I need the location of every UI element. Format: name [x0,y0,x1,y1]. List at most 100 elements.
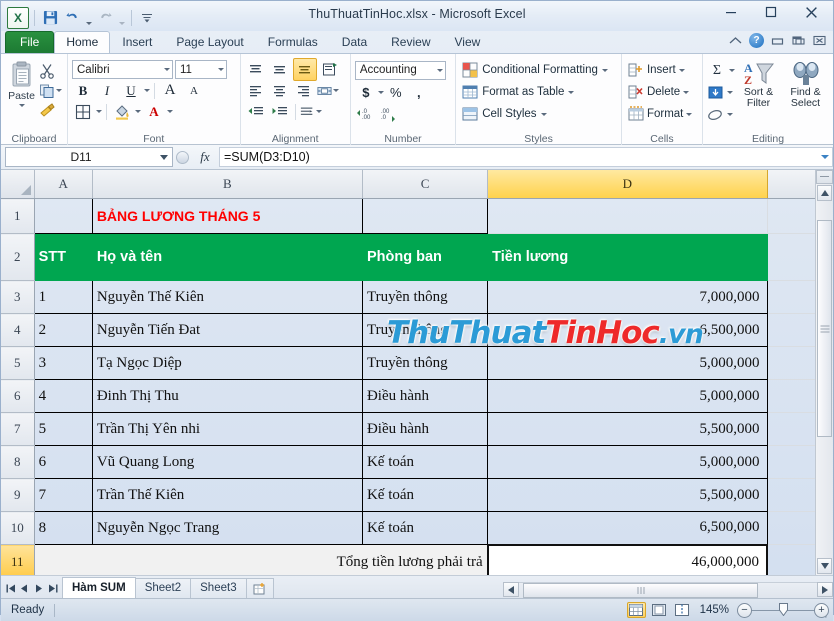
restore-window-icon[interactable] [791,33,806,48]
cell-b8[interactable]: Vũ Quang Long [91,445,363,479]
row-header-2[interactable]: 2 [1,233,35,281]
normal-view-button[interactable] [626,602,646,618]
middle-align-button[interactable] [269,59,291,80]
cell-a11-total-label[interactable]: Tổng tiền lương phải trả [33,544,489,575]
expand-formula-bar-icon[interactable] [817,147,833,167]
tab-formulas[interactable]: Formulas [256,31,330,53]
merge-dropdown-icon[interactable] [332,89,339,92]
wrap-text-button[interactable] [300,101,322,122]
tab-data[interactable]: Data [330,31,379,53]
font-color-dropdown-icon[interactable] [167,110,173,113]
copy-button[interactable] [38,81,63,100]
column-header-a[interactable]: A [34,170,93,199]
row-header-7[interactable]: 7 [1,412,35,446]
name-box[interactable]: D11 [5,147,173,167]
tab-page-layout[interactable]: Page Layout [164,31,255,53]
vertical-scrollbar[interactable] [815,170,833,575]
row-header-10[interactable]: 10 [1,511,35,545]
vertical-scroll-thumb[interactable] [817,220,832,437]
autosum-button[interactable]: Σ [707,60,735,81]
sheet-tab-ham-sum[interactable]: Hàm SUM [62,577,136,598]
scroll-right-button[interactable] [817,582,833,597]
conditional-formatting-button[interactable]: Conditional Formatting [460,59,608,81]
cell-a3[interactable]: 1 [33,280,93,314]
align-right-button[interactable] [293,80,315,101]
minimize-button[interactable] [711,1,751,23]
column-header-d[interactable]: D [487,170,768,199]
cell-d9[interactable]: 5,500,000 [487,478,768,512]
cell-d3[interactable]: 7,000,000 [487,280,768,314]
cell-d2-header-salary[interactable]: Tiền lương [487,233,768,281]
wrap-dropdown-icon[interactable] [315,110,322,113]
zoom-in-button[interactable]: + [814,602,829,618]
row-header-8[interactable]: 8 [1,445,35,479]
zoom-slider[interactable]: − + [737,602,829,618]
borders-button[interactable] [72,101,94,122]
cell-d11-total-value[interactable]: 46,000,000 [486,543,769,575]
delete-cells-button[interactable]: Delete [626,81,690,103]
sheet-tab-sheet3[interactable]: Sheet3 [190,578,247,598]
cell-b6[interactable]: Đinh Thị Thu [91,379,363,413]
font-size-combo[interactable]: 11 [175,60,227,79]
shrink-font-button[interactable]: A [183,80,205,101]
insert-function-icon[interactable]: fx [191,149,219,165]
align-center-button[interactable] [269,80,291,101]
scroll-down-button[interactable] [817,558,832,574]
format-as-table-button[interactable]: Format as Table [460,81,575,103]
format-as-table-dropdown-icon[interactable] [568,90,575,94]
cell-styles-button[interactable]: Cell Styles [460,103,547,125]
tab-review[interactable]: Review [379,31,442,53]
decrease-decimal-button[interactable]: .00.0 [378,104,400,125]
cell-b1-title[interactable]: BẢNG LƯƠNG THÁNG 5 [91,198,363,234]
bold-button[interactable]: B [72,80,94,101]
align-left-button[interactable] [245,80,267,101]
find-and-select-button[interactable]: Find & Select [782,59,829,109]
maximize-button[interactable] [751,1,791,23]
cell-c3[interactable]: Truyền thông [361,280,489,314]
horizontal-scroll-track[interactable] [519,581,817,598]
tab-view[interactable]: View [443,31,493,53]
clear-button[interactable] [707,104,735,125]
cell-c7[interactable]: Điều hành [361,412,489,446]
cell-d6[interactable]: 5,000,000 [487,379,768,413]
first-sheet-button[interactable] [4,581,17,595]
sort-and-filter-button[interactable]: A Z Sort & Filter [735,59,782,109]
insert-dropdown-icon[interactable] [678,68,685,72]
cell-b5[interactable]: Tạ Ngọc Diệp [91,346,363,380]
help-icon[interactable]: ? [749,33,764,48]
name-box-dropdown-icon[interactable] [156,154,172,160]
page-layout-view-button[interactable] [650,602,669,618]
copy-dropdown-icon[interactable] [56,89,62,92]
cell-c10[interactable]: Kế toán [361,511,489,545]
zoom-level[interactable]: 145% [696,604,733,616]
cell-d5[interactable]: 5,000,000 [487,346,768,380]
row-header-6[interactable]: 6 [1,379,35,413]
cell-d10[interactable]: 6,500,000 [487,511,768,545]
row-header-11[interactable]: 11 [1,544,35,575]
formula-input[interactable]: =SUM(D3:D10) [219,147,817,167]
cell-b2-header-name[interactable]: Họ và tên [91,233,363,281]
zoom-out-button[interactable]: − [737,602,752,618]
sheet-tab-sheet2[interactable]: Sheet2 [134,578,192,598]
fill-button[interactable] [707,82,735,103]
cell-b4[interactable]: Nguyễn Tiến Đat [91,313,363,347]
formula-bar-resize-handle[interactable] [173,150,191,164]
zoom-slider-thumb[interactable] [779,603,788,616]
fill-dropdown-icon[interactable] [727,91,733,94]
decrease-indent-button[interactable] [245,101,267,122]
cell-c1[interactable] [361,198,489,234]
row-header-4[interactable]: 4 [1,313,35,347]
currency-dropdown-icon[interactable] [377,90,384,94]
page-break-preview-button[interactable] [673,602,692,618]
cell-a10[interactable]: 8 [33,511,93,545]
tab-insert[interactable]: Insert [110,31,164,53]
cell-b10[interactable]: Nguyễn Ngọc Trang [91,511,363,545]
cell-d8[interactable]: 5,000,000 [487,445,768,479]
paste-dropdown-icon[interactable] [18,104,25,107]
row-header-9[interactable]: 9 [1,478,35,512]
row-header-3[interactable]: 3 [1,280,35,314]
delete-dropdown-icon[interactable] [683,90,690,94]
cell-b7[interactable]: Trần Thị Yên nhi [91,412,363,446]
conditional-formatting-dropdown-icon[interactable] [601,68,608,72]
paste-button[interactable]: Paste [5,59,38,107]
